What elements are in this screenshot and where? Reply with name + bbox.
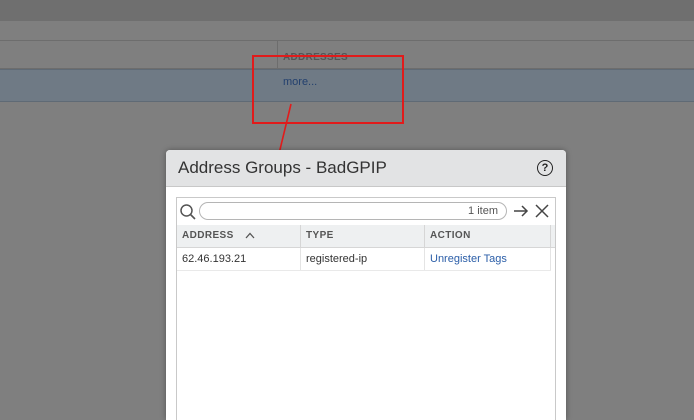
row-divider: [177, 270, 551, 271]
column-header-action[interactable]: ACTION: [425, 225, 551, 247]
column-header-action-label: ACTION: [430, 230, 471, 241]
column-header-address[interactable]: ADDRESS: [177, 225, 301, 247]
clear-filter-close-icon[interactable]: [534, 203, 550, 219]
address-groups-dialog: Address Groups - BadGPIP ? 1 item ADDRES: [166, 150, 566, 420]
background-toolbar-row: [0, 21, 694, 41]
cell-address: 62.46.193.21: [177, 248, 301, 270]
item-count: 1 item: [468, 205, 498, 217]
sort-ascending-icon: [245, 232, 255, 239]
address-grid-panel: 1 item ADDRESS TYPE ACTION 62.46.193.21 …: [176, 197, 556, 420]
background-top-bar: [0, 0, 694, 22]
dialog-title: Address Groups - BadGPIP: [178, 158, 387, 177]
column-header-address-label: ADDRESS: [182, 230, 234, 241]
apply-filter-arrow-icon[interactable]: [513, 203, 529, 219]
dialog-header: Address Groups - BadGPIP ?: [166, 150, 566, 187]
search-input[interactable]: 1 item: [199, 202, 507, 220]
column-header-type[interactable]: TYPE: [301, 225, 425, 247]
help-icon[interactable]: ?: [537, 160, 553, 176]
grid-header: ADDRESS TYPE ACTION: [177, 225, 555, 248]
table-row[interactable]: 62.46.193.21 registered-ip Unregister Ta…: [177, 248, 555, 270]
column-header-type-label: TYPE: [306, 230, 334, 241]
grid-toolbar: 1 item: [177, 198, 555, 226]
annotation-highlight-box: [252, 55, 404, 124]
search-icon: [180, 204, 196, 220]
cell-type: registered-ip: [301, 248, 425, 270]
unregister-tags-link[interactable]: Unregister Tags: [425, 248, 551, 270]
